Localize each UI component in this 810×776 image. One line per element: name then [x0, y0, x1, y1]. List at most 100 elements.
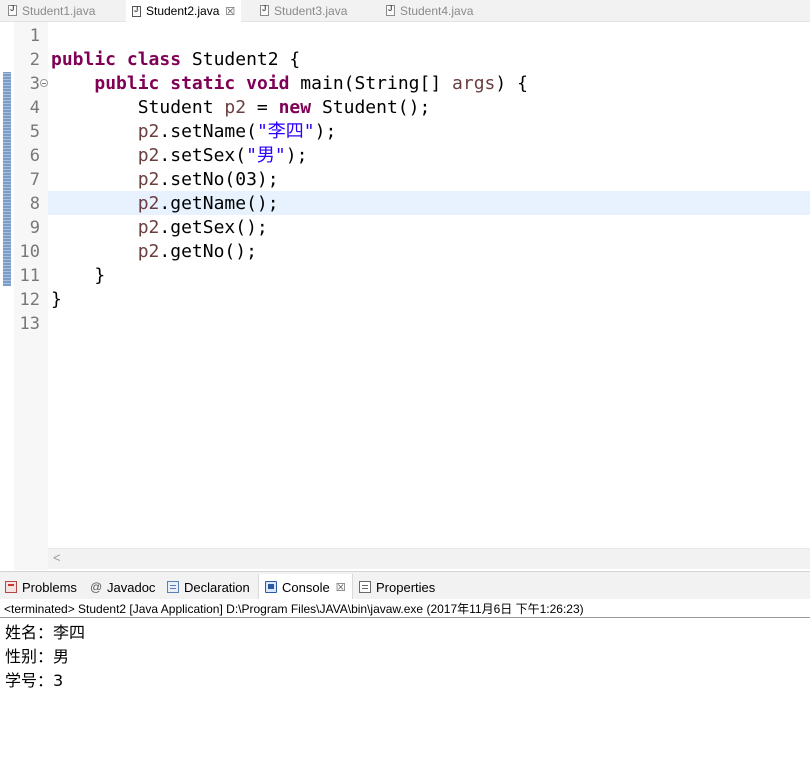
code-token: .getName(); [159, 193, 279, 214]
tab-label: Student4.java [400, 3, 474, 18]
string-token: "李四" [256, 121, 315, 142]
keyword-token: public [51, 49, 117, 70]
variable-token: p2 [137, 169, 160, 190]
tab-label: Student1.java [22, 3, 96, 18]
horizontal-scrollbar[interactable]: < [48, 548, 810, 569]
view-tab-bar: Problems @ Javadoc Declaration Console ☒… [0, 571, 810, 600]
keyword-token: public [94, 73, 160, 94]
code-token: .getSex(); [159, 217, 268, 238]
tab-properties[interactable]: Properties [359, 577, 435, 597]
code-token: } [51, 265, 106, 286]
problems-icon [5, 581, 17, 593]
variable-token: args [452, 73, 496, 94]
console-view[interactable]: <terminated> Student2 [Java Application]… [0, 599, 810, 776]
code-line[interactable]: } [51, 264, 105, 288]
code-editor[interactable]: 1 2 3 4 5 6 7 8 9 10 11 12 13 public class Student2 … [0, 22, 810, 570]
code-token: ); [285, 145, 308, 166]
code-token: Student2 { [181, 49, 301, 70]
close-icon[interactable]: ☒ [225, 5, 235, 18]
properties-icon [359, 581, 371, 593]
code-token: } [51, 289, 62, 310]
line-number: 3 [29, 74, 40, 94]
console-status-line: <terminated> Student2 [Java Application]… [4, 602, 584, 616]
line-number: 6 [29, 146, 40, 166]
tab-label: Student3.java [274, 3, 348, 18]
code-line[interactable]: p2.setSex("男"); [51, 144, 308, 168]
change-marker [3, 72, 11, 286]
variable-token: p2 [137, 217, 160, 238]
code-line[interactable]: p2.getNo(); [51, 240, 257, 264]
line-number: 1 [29, 26, 40, 46]
variable-token: p2 [224, 97, 247, 118]
tab-student3-java[interactable]: Student3.java [260, 0, 347, 21]
code-line[interactable]: } [51, 288, 62, 312]
tab-label: Javadoc [107, 579, 156, 595]
close-icon[interactable]: ☒ [336, 581, 346, 594]
code-token: .setNo(03); [159, 169, 279, 190]
java-file-icon [132, 5, 141, 17]
keyword-token: static [170, 73, 236, 94]
fold-collapse-icon[interactable] [40, 79, 48, 87]
line-number: 7 [29, 170, 40, 190]
divider [0, 617, 810, 618]
line-number: 12 [19, 290, 40, 310]
line-number: 4 [29, 98, 40, 118]
string-token: "男" [246, 145, 286, 166]
editor-tab-bar: Student1.java Student2.java ☒ Student3.j… [0, 0, 810, 22]
tab-student2-java[interactable]: Student2.java ☒ [126, 0, 242, 22]
code-line[interactable]: public class Student2 { [51, 48, 300, 72]
line-number: 13 [19, 314, 40, 334]
line-number: 11 [19, 266, 40, 286]
code-token: = [246, 97, 279, 118]
javadoc-icon: @ [90, 580, 103, 594]
tab-label: Problems [22, 579, 77, 595]
java-file-icon [386, 4, 395, 16]
code-line[interactable]: public static void main(String[] args) { [51, 72, 528, 96]
tab-student1-java[interactable]: Student1.java [8, 0, 95, 21]
line-number: 2 [29, 50, 40, 70]
code-line[interactable]: p2.getName(); [51, 192, 279, 216]
tab-console[interactable]: Console ☒ [258, 574, 353, 600]
tab-declaration[interactable]: Declaration [167, 577, 250, 597]
tab-javadoc[interactable]: @ Javadoc [90, 577, 155, 597]
console-output-line: 姓名：李四 [5, 623, 86, 642]
keyword-token: new [278, 97, 312, 118]
code-token: Student [51, 97, 225, 118]
code-line[interactable]: Student p2 = new Student(); [51, 96, 431, 120]
tab-problems[interactable]: Problems [5, 577, 77, 597]
code-line[interactable]: p2.setName("李四"); [51, 120, 337, 144]
code-token: main(String[] [289, 73, 453, 94]
code-line[interactable]: p2.setNo(03); [51, 168, 279, 192]
code-token: .getNo(); [159, 241, 257, 262]
variable-token: p2 [137, 193, 160, 214]
variable-token: p2 [137, 145, 160, 166]
tab-student4-java[interactable]: Student4.java [386, 0, 473, 21]
console-output-line: 性别：男 [5, 647, 70, 666]
code-token: .setName( [159, 121, 257, 142]
line-number: 8 [29, 194, 40, 214]
keyword-token: class [126, 49, 182, 70]
declaration-icon [167, 581, 179, 593]
variable-token: p2 [137, 121, 160, 142]
code-token: .setSex( [159, 145, 247, 166]
variable-token: p2 [137, 241, 160, 262]
console-icon [265, 581, 277, 593]
line-number: 5 [29, 122, 40, 142]
code-line[interactable]: p2.getSex(); [51, 216, 268, 240]
tab-label: Properties [376, 579, 436, 595]
keyword-token: void [246, 73, 290, 94]
quick-diff-strip [0, 22, 14, 570]
java-file-icon [260, 4, 269, 16]
scroll-left-icon[interactable]: < [53, 550, 61, 565]
java-file-icon [8, 4, 17, 16]
